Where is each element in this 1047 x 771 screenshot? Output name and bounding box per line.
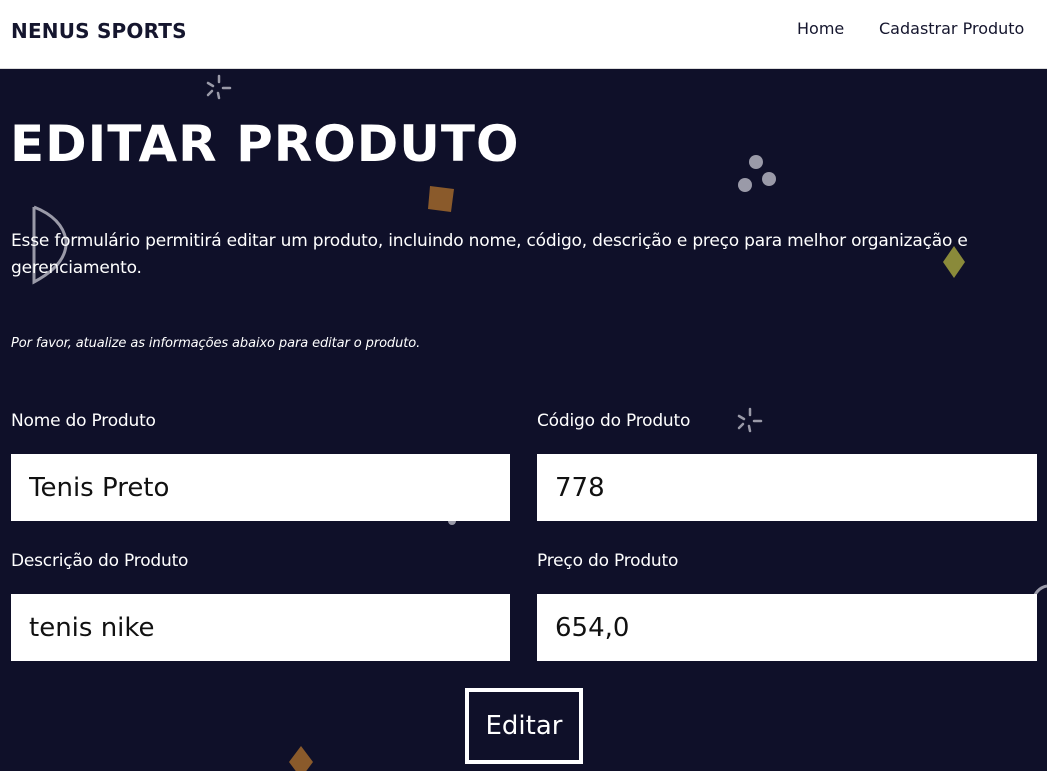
page-title: EDITAR PRODUTO	[10, 115, 520, 173]
product-code-input[interactable]	[537, 454, 1037, 521]
product-description-input[interactable]	[11, 594, 510, 661]
product-name-input[interactable]	[11, 454, 510, 521]
square-decoration-icon	[428, 186, 454, 212]
edit-button[interactable]: Editar	[465, 688, 583, 764]
product-name-label: Nome do Produto	[11, 411, 156, 431]
sparkle-decoration-icon	[206, 74, 232, 100]
navbar: NENUS SPORTS Home Cadastrar Produto	[0, 0, 1047, 69]
brand-logo[interactable]: NENUS SPORTS	[11, 19, 187, 43]
product-price-input[interactable]	[537, 594, 1037, 661]
form-instruction: Por favor, atualize as informações abaix…	[11, 336, 421, 351]
nav-link-cadastrar-produto[interactable]: Cadastrar Produto	[879, 19, 1024, 38]
page-description: Esse formulário permitirá editar um prod…	[11, 231, 968, 278]
dots-decoration-icon	[738, 155, 776, 192]
nav-link-home[interactable]: Home	[797, 19, 844, 38]
sparkle-decoration-icon	[737, 407, 763, 433]
diamond-decoration-icon	[289, 746, 313, 771]
product-code-label: Código do Produto	[537, 411, 691, 431]
product-description-label: Descrição do Produto	[11, 551, 189, 571]
product-price-label: Preço do Produto	[537, 551, 679, 571]
